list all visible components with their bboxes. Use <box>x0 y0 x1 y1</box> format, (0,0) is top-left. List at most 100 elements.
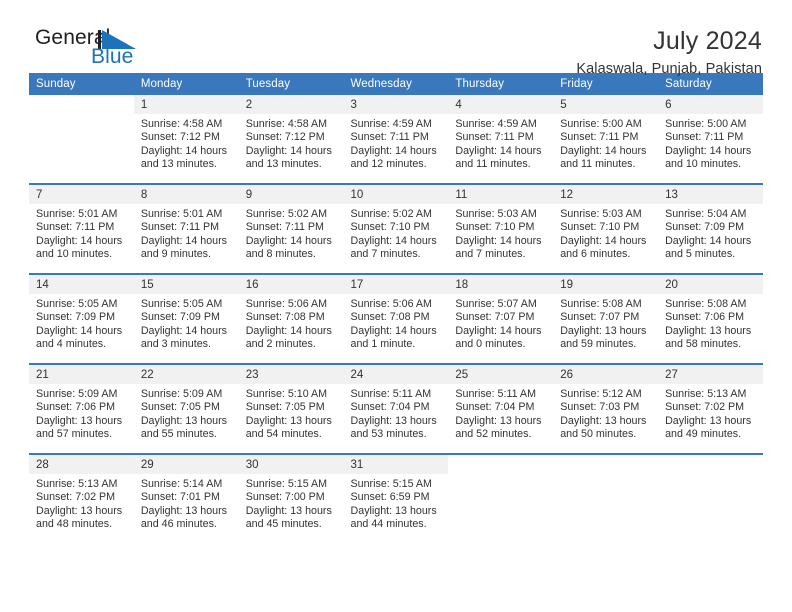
sunrise-text: Sunrise: 5:11 AM <box>455 388 536 400</box>
day-cell[interactable]: 9 Sunrise: 5:02 AM Sunset: 7:11 PM Daylight… <box>238 185 344 273</box>
day-cell[interactable]: 10 Sunrise: 5:02 AM Sunset: 7:10 PM Dayligh… <box>343 185 449 273</box>
daylight-text-line2: and 13 minutes. <box>245 158 322 171</box>
day-cell[interactable]: 24 Sunrise: 5:11 AM Sunset: 7:04 PM Dayligh… <box>343 365 449 453</box>
day-cell[interactable]: 28 Sunrise: 5:13 AM Sunset: 7:02 PM Dayligh… <box>29 455 134 543</box>
day-details <box>658 474 763 478</box>
daylight-text-line2: and 58 minutes. <box>665 338 742 351</box>
daylight-text-line2: and 12 minutes. <box>350 158 427 171</box>
daylight-text-line1: Daylight: 14 hours <box>560 144 647 157</box>
sunrise-text: Sunrise: 4:59 AM <box>350 118 432 130</box>
daylight-text-line1: Daylight: 13 hours <box>140 504 227 517</box>
day-cell[interactable]: 15 Sunrise: 5:05 AM Sunset: 7:09 PM Dayligh… <box>133 275 239 363</box>
page-title: July 2024 <box>653 27 762 55</box>
day-cell[interactable]: 25 Sunrise: 5:11 AM Sunset: 7:04 PM Dayligh… <box>448 365 554 453</box>
daylight-text-line2: and 44 minutes. <box>350 518 427 531</box>
day-cell[interactable]: 23 Sunrise: 5:10 AM Sunset: 7:05 PM Dayligh… <box>238 365 344 453</box>
day-cell[interactable]: 4 Sunrise: 4:59 AM Sunset: 7:11 PM Daylight… <box>448 95 554 183</box>
daylight-text-line1: Daylight: 14 hours <box>36 324 123 337</box>
day-number: 2 <box>238 95 344 114</box>
sunrise-text: Sunrise: 5:01 AM <box>36 208 118 220</box>
daylight-text-line2: and 3 minutes. <box>140 338 211 351</box>
day-cell[interactable]: 31 Sunrise: 5:15 AM Sunset: 6:59 PM Dayligh… <box>343 455 449 543</box>
day-number: 1 <box>133 95 239 114</box>
day-cell[interactable]: 8 Sunrise: 5:01 AM Sunset: 7:11 PM Daylight… <box>133 185 239 273</box>
sunrise-text: Sunrise: 4:58 AM <box>140 118 223 130</box>
sunrise-text: Sunrise: 5:09 AM <box>140 388 223 400</box>
day-cell[interactable]: 11 Sunrise: 5:03 AM Sunset: 7:10 PM Dayligh… <box>448 185 554 273</box>
day-cell[interactable]: 16 Sunrise: 5:06 AM Sunset: 7:08 PM Dayligh… <box>238 275 344 363</box>
day-cell[interactable]: 22 Sunrise: 5:09 AM Sunset: 7:05 PM Dayligh… <box>133 365 239 453</box>
sunrise-text: Sunrise: 5:02 AM <box>245 208 328 220</box>
daylight-text-line2: and 10 minutes. <box>36 248 113 261</box>
day-number: 4 <box>448 95 554 114</box>
day-details: Sunrise: 5:10 AM Sunset: 7:05 PM Daylight:… <box>239 384 344 442</box>
sunset-text: Sunset: 6:59 PM <box>350 491 430 504</box>
daylight-text-line1: Daylight: 14 hours <box>350 324 437 337</box>
day-cell[interactable]: 30 Sunrise: 5:15 AM Sunset: 7:00 PM Dayligh… <box>238 455 344 543</box>
sunset-text: Sunset: 7:11 PM <box>140 221 220 234</box>
daylight-text-line1: Daylight: 14 hours <box>560 234 647 247</box>
day-number <box>448 455 554 474</box>
sunset-text: Sunset: 7:06 PM <box>665 311 745 324</box>
day-cell[interactable]: 29 Sunrise: 5:14 AM Sunset: 7:01 PM Dayligh… <box>133 455 239 543</box>
day-cell[interactable]: 12 Sunrise: 5:03 AM Sunset: 7:10 PM Dayligh… <box>553 185 659 273</box>
day-cell[interactable]: 18 Sunrise: 5:07 AM Sunset: 7:07 PM Dayligh… <box>448 275 554 363</box>
sunrise-text: Sunrise: 5:02 AM <box>350 208 432 220</box>
sunset-text: Sunset: 7:03 PM <box>560 401 640 414</box>
day-cell[interactable]: 27 Sunrise: 5:13 AM Sunset: 7:02 PM Dayligh… <box>658 365 763 453</box>
sunrise-text: Sunrise: 5:13 AM <box>36 478 118 490</box>
day-details: Sunrise: 5:00 AM Sunset: 7:11 PM Daylight:… <box>553 114 658 172</box>
day-cell[interactable]: 2 Sunrise: 4:58 AM Sunset: 7:12 PM Daylight… <box>238 95 344 183</box>
day-cell[interactable]: 1 Sunrise: 4:58 AM Sunset: 7:12 PM Daylight… <box>133 95 239 183</box>
day-cell[interactable]: 7 Sunrise: 5:01 AM Sunset: 7:11 PM Daylight… <box>29 185 134 273</box>
day-cell[interactable]: 6 Sunrise: 5:00 AM Sunset: 7:11 PM Daylight… <box>658 95 763 183</box>
daylight-text-line2: and 11 minutes. <box>560 158 636 171</box>
day-number: 31 <box>343 455 449 474</box>
day-cell-empty <box>658 455 763 543</box>
daylight-text-line2: and 11 minutes. <box>455 158 531 171</box>
daylight-text-line2: and 6 minutes. <box>560 248 631 261</box>
day-number: 18 <box>448 275 554 294</box>
daylight-text-line2: and 54 minutes. <box>245 428 322 441</box>
day-details <box>553 474 658 478</box>
day-number: 20 <box>658 275 763 294</box>
day-cell[interactable]: 17 Sunrise: 5:06 AM Sunset: 7:08 PM Dayligh… <box>343 275 449 363</box>
daylight-text-line1: Daylight: 13 hours <box>36 504 123 517</box>
day-cell[interactable]: 26 Sunrise: 5:12 AM Sunset: 7:03 PM Dayligh… <box>553 365 659 453</box>
sunset-text: Sunset: 7:05 PM <box>140 401 220 414</box>
daylight-text-line1: Daylight: 14 hours <box>455 234 542 247</box>
daylight-text-line1: Daylight: 13 hours <box>350 414 437 427</box>
sunset-text: Sunset: 7:11 PM <box>455 131 534 144</box>
sunset-text: Sunset: 7:09 PM <box>140 311 220 324</box>
daylight-text-line1: Daylight: 14 hours <box>350 234 437 247</box>
day-details: Sunrise: 5:11 AM Sunset: 7:04 PM Daylight:… <box>448 384 553 442</box>
day-details: Sunrise: 4:59 AM Sunset: 7:11 PM Daylight:… <box>344 114 449 172</box>
day-cell[interactable]: 20 Sunrise: 5:08 AM Sunset: 7:06 PM Dayligh… <box>658 275 763 363</box>
day-cell[interactable]: 19 Sunrise: 5:08 AM Sunset: 7:07 PM Dayligh… <box>553 275 659 363</box>
day-cell[interactable]: 5 Sunrise: 5:00 AM Sunset: 7:11 PM Daylight… <box>553 95 659 183</box>
daylight-text-line1: Daylight: 13 hours <box>665 414 752 427</box>
sunrise-text: Sunrise: 5:01 AM <box>140 208 223 220</box>
daylight-text-line1: Daylight: 14 hours <box>455 144 542 157</box>
daylight-text-line2: and 59 minutes. <box>560 338 637 351</box>
sunset-text: Sunset: 7:00 PM <box>245 491 325 504</box>
day-number: 15 <box>133 275 239 294</box>
brand-logo[interactable]: General Blue <box>29 26 159 72</box>
day-cell[interactable]: 3 Sunrise: 4:59 AM Sunset: 7:11 PM Daylight… <box>343 95 449 183</box>
weekday-header-wednesday: Wednesday <box>343 73 449 95</box>
sunrise-text: Sunrise: 5:06 AM <box>350 298 432 310</box>
sunset-text: Sunset: 7:11 PM <box>245 221 324 234</box>
day-cell[interactable]: 14 Sunrise: 5:05 AM Sunset: 7:09 PM Dayligh… <box>29 275 134 363</box>
sunrise-text: Sunrise: 5:07 AM <box>455 298 537 310</box>
sunrise-text: Sunrise: 5:00 AM <box>560 118 642 130</box>
daylight-text-line1: Daylight: 13 hours <box>245 504 332 517</box>
daylight-text-line2: and 49 minutes. <box>665 428 742 441</box>
daylight-text-line1: Daylight: 13 hours <box>350 504 437 517</box>
day-number: 14 <box>29 275 134 294</box>
day-cell[interactable]: 13 Sunrise: 5:04 AM Sunset: 7:09 PM Dayligh… <box>658 185 763 273</box>
day-cell[interactable]: 21 Sunrise: 5:09 AM Sunset: 7:06 PM Dayligh… <box>29 365 134 453</box>
sunset-text: Sunset: 7:12 PM <box>140 131 220 144</box>
daylight-text-line1: Daylight: 14 hours <box>36 234 123 247</box>
sunset-text: Sunset: 7:07 PM <box>455 311 535 324</box>
sunrise-text: Sunrise: 5:03 AM <box>455 208 537 220</box>
